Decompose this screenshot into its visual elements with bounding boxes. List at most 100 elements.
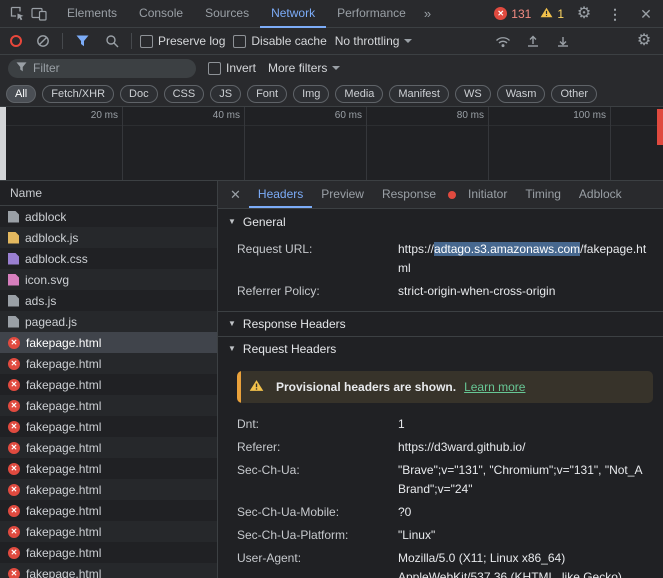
type-filter-all[interactable]: All [6,84,37,103]
type-filter-manifest[interactable]: Manifest [389,84,449,103]
request-row[interactable]: ✕ fakepage.html [0,332,217,353]
header-row: Dnt: 1 [218,413,663,436]
type-filter-chips: All Fetch/XHR Doc CSS JS Font Img Media Manifest… [0,81,663,107]
timeline-overview[interactable]: 20 ms 40 ms 60 ms 80 ms 100 ms [0,107,663,181]
provisional-headers-warning: Provisional headers are shown. Learn mor… [237,371,653,403]
request-name: fakepage.html [26,482,102,497]
throttling-dropdown[interactable]: No throttling [335,34,413,48]
tab-elements[interactable]: Elements [56,0,128,28]
img-file-icon [8,273,19,286]
error-icon: ✕ [8,420,20,433]
warning-icon [540,7,553,21]
request-rows: adblock adblock.js adblock.css icon.svg ads.… [0,206,217,578]
request-name: fakepage.html [26,524,102,539]
disable-cache-checkbox[interactable] [233,34,247,48]
type-filter-ws[interactable]: WS [454,84,491,103]
device-toolbar-icon[interactable] [28,3,50,25]
request-row[interactable]: ✕ fakepage.html [0,563,217,578]
collapse-triangle-icon: ▼ [228,319,236,328]
request-row[interactable]: ✕ fakepage.html [0,521,217,542]
disable-cache-toggle[interactable]: Disable cache [233,34,327,48]
request-row[interactable]: ✕ fakepage.html [0,437,217,458]
detail-tab-preview[interactable]: Preview [312,181,373,208]
more-tabs-button[interactable]: » [417,6,438,21]
doc-file-icon [8,315,19,328]
invert-toggle[interactable]: Invert [208,61,256,75]
request-row[interactable]: ✕ fakepage.html [0,374,217,395]
type-filter-fetch-xhr[interactable]: Fetch/XHR [42,84,115,103]
name-column-header[interactable]: Name [0,181,217,206]
tab-console[interactable]: Console [128,0,194,28]
header-value: "Brave";v="131", "Chromium";v="131", "No… [398,463,642,496]
request-row[interactable]: ✕ fakepage.html [0,416,217,437]
request-row[interactable]: ✕ fakepage.html [0,479,217,500]
settings-gear-icon[interactable]: ⚙ [573,3,595,25]
request-row[interactable]: pagead.js [0,311,217,332]
detail-tab-timing[interactable]: Timing [516,181,570,208]
more-filters-dropdown[interactable]: More filters [268,61,341,75]
type-filter-wasm[interactable]: Wasm [496,84,546,103]
type-filter-media[interactable]: Media [335,84,384,103]
invert-checkbox[interactable] [208,61,221,75]
tab-sources[interactable]: Sources [194,0,260,28]
warning-badge[interactable]: 1 [540,7,564,21]
general-section-header[interactable]: ▼ General [218,209,663,234]
warning-count: 1 [557,6,564,21]
error-dot-icon [448,190,456,199]
type-filter-css[interactable]: CSS [163,84,205,103]
import-har-icon[interactable] [522,30,544,52]
detail-tab-adblock[interactable]: Adblock [570,181,631,208]
error-badge[interactable]: ✕ 131 [494,7,531,21]
request-row[interactable]: adblock.css [0,248,217,269]
request-row[interactable]: adblock [0,206,217,227]
request-row[interactable]: icon.svg [0,269,217,290]
filter-input[interactable] [33,61,188,75]
overview-error-marker [657,109,663,145]
preserve-log-toggle[interactable]: Preserve log [140,34,225,48]
type-filter-other[interactable]: Other [551,84,597,103]
detail-tab-initiator[interactable]: Initiator [459,181,516,208]
close-details-icon[interactable]: ✕ [222,187,249,203]
header-name: Sec-Ch-Ua: [237,463,300,477]
overview-left-handle[interactable] [0,107,6,180]
detail-tab-response[interactable]: Response [373,181,445,208]
close-devtools-icon[interactable]: ✕ [635,3,657,25]
request-row[interactable]: adblock.js [0,227,217,248]
header-row: User-Agent: Mozilla/5.0 (X11; Linux x86_6… [218,547,663,578]
detail-tab-headers[interactable]: Headers [249,181,312,208]
export-har-icon[interactable] [552,30,574,52]
request-row[interactable]: ✕ fakepage.html [0,353,217,374]
request-row[interactable]: ✕ fakepage.html [0,458,217,479]
tab-network[interactable]: Network [260,0,326,28]
response-headers-section-header[interactable]: ▼ Response Headers [218,311,663,336]
request-name: fakepage.html [26,398,102,413]
record-button[interactable] [10,35,22,47]
kebab-menu-icon[interactable]: ⋮ [604,3,626,25]
error-count: 131 [511,6,532,21]
selected-url-text: adtago.s3.amazonaws.com [434,242,581,256]
type-filter-doc[interactable]: Doc [120,84,158,103]
network-settings-gear-icon[interactable]: ⚙ [633,30,655,52]
request-headers-section-header[interactable]: ▼ Request Headers [218,336,663,361]
filter-toggle-icon[interactable] [71,30,93,52]
filter-funnel-icon [16,61,27,75]
type-filter-img[interactable]: Img [293,84,330,103]
header-value: Mozilla/5.0 (X11; Linux x86_64) AppleWeb… [398,551,622,578]
timeline-labels-divider [0,125,663,126]
request-row[interactable]: ✕ fakepage.html [0,542,217,563]
search-icon[interactable] [101,30,123,52]
tab-performance[interactable]: Performance [326,0,417,28]
preserve-log-checkbox[interactable] [140,34,153,48]
request-row[interactable]: ✕ fakepage.html [0,500,217,521]
type-filter-js[interactable]: JS [210,84,242,103]
inspect-element-icon[interactable] [6,3,28,25]
error-icon: ✕ [8,567,20,578]
learn-more-link[interactable]: Learn more [464,380,525,394]
header-row: Request URL: https://adtago.s3.amazonaws… [218,238,663,280]
clear-icon[interactable] [32,30,54,52]
request-row[interactable]: ads.js [0,290,217,311]
request-row[interactable]: ✕ fakepage.html [0,395,217,416]
type-filter-font[interactable]: Font [247,84,288,103]
timeline-label: 100 ms [573,110,606,121]
network-conditions-icon[interactable] [492,30,514,52]
